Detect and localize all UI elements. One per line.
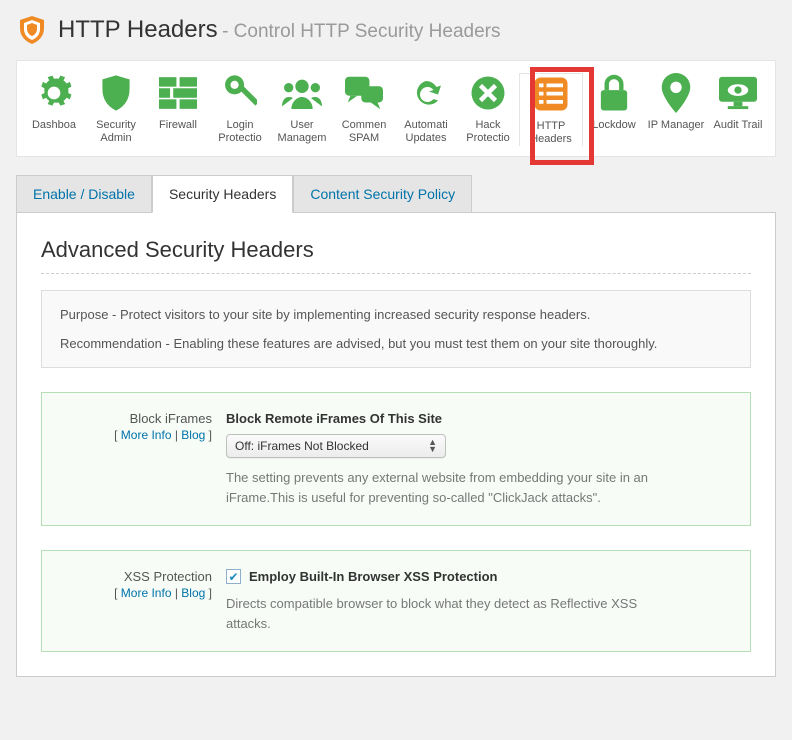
- comments-icon: [333, 73, 395, 113]
- highlight-box: [530, 67, 594, 165]
- refresh-icon: [395, 73, 457, 113]
- nav-comment-spam[interactable]: Commen SPAM: [333, 73, 395, 146]
- wall-icon: [147, 73, 209, 113]
- nav-security-admin[interactable]: Security Admin: [85, 73, 147, 146]
- nav-automatic-updates[interactable]: Automati Updates: [395, 73, 457, 146]
- section-title: Advanced Security Headers: [41, 237, 751, 263]
- page-header: HTTP Headers - Control HTTP Security Hea…: [16, 14, 776, 46]
- field-description: The setting prevents any external websit…: [226, 468, 666, 507]
- display-icon: [707, 73, 769, 113]
- tabs: Enable / Disable Security Headers Conten…: [16, 175, 776, 213]
- page-title: HTTP Headers: [58, 16, 218, 43]
- nav-dashboard[interactable]: Dashboa: [23, 73, 85, 146]
- setting-block-iframes: Block iFrames [ More Info | Blog ] Block…: [41, 392, 751, 526]
- nav-login-protection[interactable]: Login Protectio: [209, 73, 271, 146]
- main-nav: Dashboa Security Admin Firewall Login Pr…: [16, 60, 776, 157]
- gear-icon: [23, 73, 85, 113]
- chevron-updown-icon: ▲▼: [428, 439, 437, 453]
- field-title: Employ Built-In Browser XSS Protection: [249, 569, 497, 584]
- setting-links: [ More Info | Blog ]: [58, 428, 212, 442]
- tab-content: Advanced Security Headers Purpose - Prot…: [16, 213, 776, 677]
- x-circle-icon: [457, 73, 519, 113]
- setting-links: [ More Info | Blog ]: [58, 586, 212, 600]
- setting-xss-protection: XSS Protection [ More Info | Blog ] ✔ Em…: [41, 550, 751, 652]
- nav-audit-trail[interactable]: Audit Trail: [707, 73, 769, 146]
- shield-logo-icon: [16, 14, 48, 46]
- blog-link[interactable]: Blog: [181, 586, 205, 600]
- select-value: Off: iFrames Not Blocked: [235, 439, 369, 453]
- users-icon: [271, 73, 333, 113]
- purpose-text: Purpose - Protect visitors to your site …: [60, 307, 732, 322]
- iframes-select[interactable]: Off: iFrames Not Blocked ▲▼: [226, 434, 446, 458]
- more-info-link[interactable]: More Info: [121, 586, 172, 600]
- tab-enable-disable[interactable]: Enable / Disable: [16, 175, 152, 212]
- tab-security-headers[interactable]: Security Headers: [152, 175, 293, 213]
- xss-checkbox[interactable]: ✔: [226, 569, 241, 584]
- nav-user-management[interactable]: User Managem: [271, 73, 333, 146]
- divider: [41, 273, 751, 274]
- nav-firewall[interactable]: Firewall: [147, 73, 209, 146]
- key-icon: [209, 73, 271, 113]
- page-subtitle: - Control HTTP Security Headers: [222, 21, 500, 42]
- field-description: Directs compatible browser to block what…: [226, 594, 666, 633]
- setting-name: Block iFrames: [58, 411, 212, 426]
- blog-link[interactable]: Blog: [181, 428, 205, 442]
- setting-name: XSS Protection: [58, 569, 212, 584]
- shield-icon: [85, 73, 147, 113]
- field-title: Block Remote iFrames Of This Site: [226, 411, 734, 426]
- nav-ip-manager[interactable]: IP Manager: [645, 73, 707, 146]
- more-info-link[interactable]: More Info: [121, 428, 172, 442]
- tab-csp[interactable]: Content Security Policy: [293, 175, 472, 212]
- info-box: Purpose - Protect visitors to your site …: [41, 290, 751, 368]
- nav-hack-protection[interactable]: Hack Protectio: [457, 73, 519, 146]
- location-pin-icon: [645, 73, 707, 113]
- recommendation-text: Recommendation - Enabling these features…: [60, 336, 732, 351]
